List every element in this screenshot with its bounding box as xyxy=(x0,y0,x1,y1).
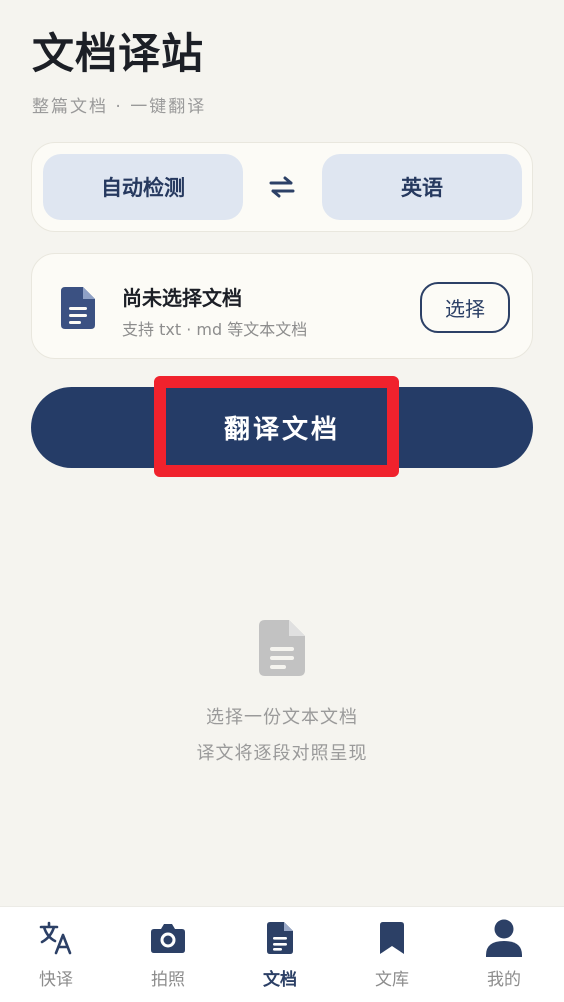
tab-label: 文档 xyxy=(263,970,297,990)
document-card: 尚未选择文档 支持 txt · md 等文本文档 选择 xyxy=(31,253,533,359)
document-icon xyxy=(267,922,293,954)
tab-label: 拍照 xyxy=(151,970,185,990)
document-icon xyxy=(61,287,95,329)
target-language-button[interactable]: 英语 xyxy=(322,154,522,220)
bottom-tab-bar: 快译 拍照 文档 文库 我的 xyxy=(0,906,564,1002)
header: 文档译站 整篇文档 · 一键翻译 xyxy=(32,28,206,117)
app-subtitle: 整篇文档 · 一键翻译 xyxy=(32,97,207,117)
tab-camera[interactable]: 拍照 xyxy=(112,907,224,1002)
source-language-button[interactable]: 自动检测 xyxy=(43,154,243,220)
swap-arrows-icon xyxy=(269,176,295,198)
tab-quick-translate[interactable]: 快译 xyxy=(0,907,112,1002)
translate-document-button[interactable]: 翻译文档 xyxy=(31,387,533,468)
tab-library[interactable]: 文库 xyxy=(336,907,448,1002)
language-selector-card: 自动检测 英语 xyxy=(31,142,533,232)
tab-label: 快译 xyxy=(39,970,73,990)
tab-profile[interactable]: 我的 xyxy=(448,907,560,1002)
empty-document-icon xyxy=(259,620,305,676)
swap-languages-button[interactable] xyxy=(264,167,300,207)
tab-label: 文库 xyxy=(375,970,409,990)
empty-state-line-2: 译文将逐段对照呈现 xyxy=(196,743,368,764)
translate-icon xyxy=(39,921,72,955)
bookmark-icon xyxy=(380,922,404,954)
empty-state-line-1: 选择一份文本文档 xyxy=(206,707,358,728)
empty-state: 选择一份文本文档 译文将逐段对照呈现 xyxy=(0,620,564,772)
tab-document[interactable]: 文档 xyxy=(224,907,336,1002)
camera-icon xyxy=(151,924,185,953)
document-status-title: 尚未选择文档 xyxy=(122,286,242,310)
select-document-button[interactable]: 选择 xyxy=(420,282,510,333)
tab-label: 我的 xyxy=(487,970,521,990)
app-title: 文档译站 xyxy=(32,29,205,78)
supported-formats-hint: 支持 txt · md 等文本文档 xyxy=(122,320,308,339)
person-icon xyxy=(486,919,522,957)
